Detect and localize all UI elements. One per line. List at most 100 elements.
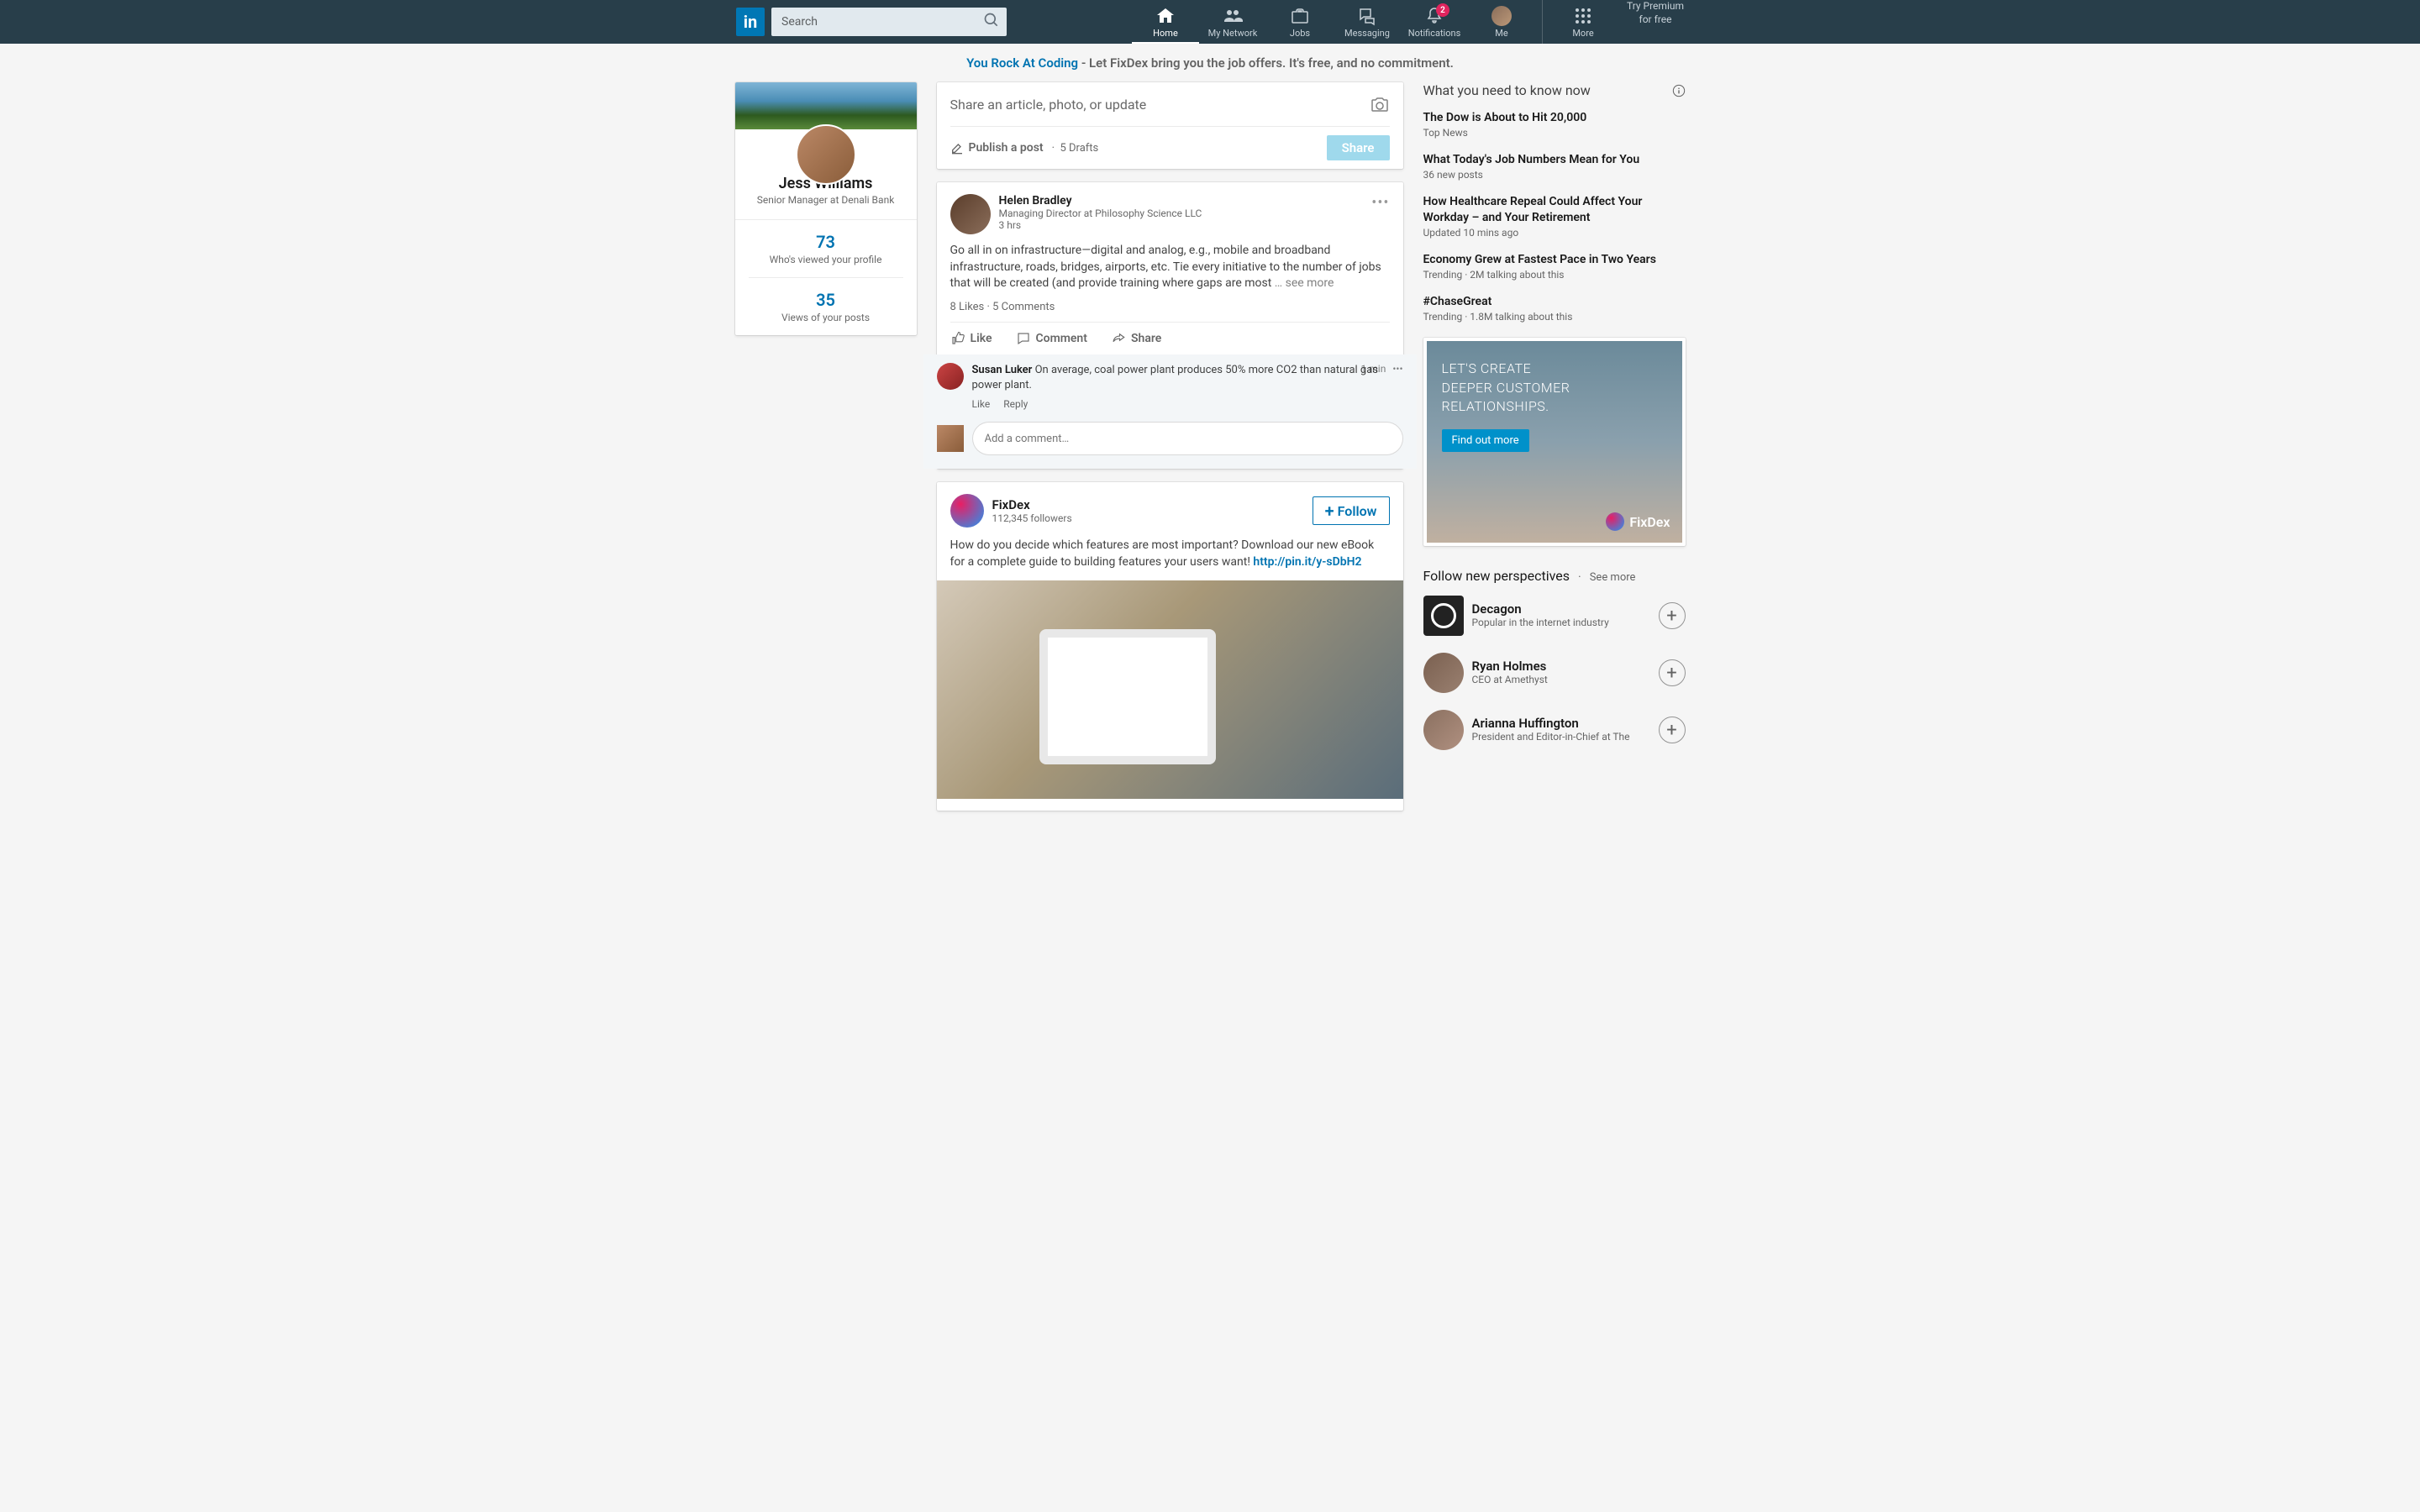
news-meta: Trending · 1.8M talking about this: [1423, 311, 1686, 323]
comment-like[interactable]: Like: [972, 398, 991, 410]
promo-highlight: You Rock At Coding: [966, 55, 1078, 71]
follow-name[interactable]: Ryan Holmes: [1472, 659, 1548, 674]
nav-jobs[interactable]: Jobs: [1266, 0, 1334, 44]
nav-label: Me: [1495, 28, 1507, 39]
publish-post[interactable]: Publish a post: [950, 141, 1044, 155]
sponsored-name[interactable]: FixDex: [992, 497, 1072, 512]
sponsored-image[interactable]: [937, 580, 1403, 799]
comment-icon: [1016, 331, 1031, 346]
comment-time: 1 min: [1361, 363, 1386, 375]
post-author[interactable]: Helen Bradley: [999, 194, 1202, 207]
camera-icon[interactable]: [1370, 94, 1390, 114]
fixdex-logo-icon: [1606, 512, 1624, 531]
news-headline: Economy Grew at Fastest Pace in Two Year…: [1423, 252, 1686, 267]
avatar[interactable]: [1423, 653, 1464, 693]
nav-label: Notifications: [1408, 28, 1461, 39]
comment-menu[interactable]: •••: [1392, 363, 1402, 375]
fixdex-logo[interactable]: [950, 494, 984, 528]
briefcase-icon: [1290, 6, 1310, 26]
profile-views-stat[interactable]: 73 Who's viewed your profile: [735, 220, 917, 277]
search-icon: [983, 12, 1000, 29]
divider: [1542, 0, 1543, 44]
news-meta: 36 new posts: [1423, 169, 1686, 181]
follow-sub: CEO at Amethyst: [1472, 674, 1548, 687]
avatar[interactable]: [1423, 710, 1464, 750]
avatar[interactable]: [950, 194, 991, 234]
ad-card[interactable]: LET'S CREATE DEEPER CUSTOMER RELATIONSHI…: [1423, 338, 1686, 546]
avatar: [937, 425, 964, 452]
premium-line: Try Premium: [1627, 0, 1684, 13]
comment-author[interactable]: Susan Luker: [972, 364, 1033, 376]
sponsored-link[interactable]: http://pin.it/y-sDbH2: [1253, 555, 1361, 569]
nav-label: Home: [1153, 28, 1178, 39]
drafts-link[interactable]: · 5 Drafts: [1052, 142, 1099, 155]
see-more-link[interactable]: See more: [1590, 571, 1636, 584]
notification-badge: 2: [1436, 3, 1449, 17]
comment: Susan Luker On average, coal power plant…: [937, 363, 1403, 410]
profile-title: Senior Manager at Denali Bank: [745, 194, 907, 206]
avatar[interactable]: [796, 124, 856, 185]
news-item[interactable]: #ChaseGreat Trending · 1.8M talking abou…: [1423, 294, 1686, 323]
avatar[interactable]: [937, 363, 964, 390]
people-icon: [1223, 6, 1243, 26]
nav-notifications[interactable]: 2 Notifications: [1401, 0, 1468, 44]
ad-line: DEEPER CUSTOMER: [1442, 379, 1667, 397]
sponsored-post: FixDex 112,345 followers +Follow How do …: [937, 482, 1403, 811]
nav-home[interactable]: Home: [1132, 0, 1199, 44]
comment-button[interactable]: Comment: [1016, 331, 1087, 346]
news-meta: Trending · 2M talking about this: [1423, 269, 1686, 281]
follow-add-button[interactable]: +: [1659, 602, 1686, 629]
news-item[interactable]: How Healthcare Repeal Could Affect Your …: [1423, 194, 1686, 238]
follow-button[interactable]: +Follow: [1313, 496, 1390, 525]
share-button[interactable]: Share: [1327, 135, 1390, 160]
share-action[interactable]: Share: [1111, 331, 1161, 346]
like-button[interactable]: Like: [950, 331, 992, 346]
nav-network[interactable]: My Network: [1199, 0, 1266, 44]
stat-number: 73: [735, 232, 917, 252]
news-title: What you need to know now: [1423, 82, 1591, 98]
follow-name[interactable]: Arianna Huffington: [1472, 716, 1630, 731]
company-logo[interactable]: [1423, 596, 1464, 636]
ad-brand: FixDex: [1606, 512, 1670, 531]
nav-more[interactable]: More: [1549, 0, 1617, 44]
news-meta: Updated 10 mins ago: [1423, 227, 1686, 239]
news-item[interactable]: Economy Grew at Fastest Pace in Two Year…: [1423, 252, 1686, 281]
news-headline: The Dow is About to Hit 20,000: [1423, 110, 1686, 125]
promo-banner[interactable]: You Rock At Coding - Let FixDex bring yo…: [0, 44, 2420, 82]
dot: ·: [1578, 570, 1581, 584]
post-menu[interactable]: •••: [1371, 194, 1389, 212]
news-item[interactable]: What Today's Job Numbers Mean for You 36…: [1423, 152, 1686, 181]
comment-input[interactable]: [972, 422, 1403, 455]
ad-cta[interactable]: Find out more: [1442, 429, 1529, 452]
news-headline: #ChaseGreat: [1423, 294, 1686, 309]
nav-label: My Network: [1208, 28, 1258, 39]
search-input[interactable]: [771, 8, 1007, 36]
post-stats[interactable]: 8 Likes · 5 Comments: [950, 301, 1390, 313]
nav-label: More: [1572, 28, 1593, 39]
linkedin-logo[interactable]: in: [736, 8, 765, 36]
follow-suggestion: Arianna Huffington President and Editor-…: [1423, 710, 1686, 750]
info-icon[interactable]: [1672, 84, 1686, 97]
follow-name[interactable]: Decagon: [1472, 601, 1609, 617]
news-item[interactable]: The Dow is About to Hit 20,000 Top News: [1423, 110, 1686, 139]
nav-messaging[interactable]: Messaging: [1334, 0, 1401, 44]
see-more[interactable]: … see more: [1275, 276, 1334, 290]
cover-image: [735, 82, 917, 129]
follow-add-button[interactable]: +: [1659, 717, 1686, 743]
stat-label: Views of your posts: [735, 312, 917, 323]
follow-add-button[interactable]: +: [1659, 659, 1686, 686]
post-views-stat[interactable]: 35 Views of your posts: [735, 278, 917, 335]
home-icon: [1155, 6, 1176, 26]
news-headline: What Today's Job Numbers Mean for You: [1423, 152, 1686, 167]
search-button[interactable]: [981, 12, 1002, 32]
grid-icon: [1573, 6, 1593, 26]
feed-post: Helen Bradley Managing Director at Philo…: [937, 182, 1403, 469]
compose-prompt[interactable]: Share an article, photo, or update: [950, 97, 1147, 113]
follow-sub: President and Editor-in-Chief at The: [1472, 731, 1630, 744]
comment-reply[interactable]: Reply: [1003, 398, 1028, 410]
avatar: [1491, 6, 1512, 26]
premium-upsell[interactable]: Try Premium for free: [1627, 0, 1684, 44]
promo-text: - Let FixDex bring you the job offers. I…: [1078, 55, 1454, 71]
nav-label: Messaging: [1344, 28, 1390, 39]
nav-me[interactable]: Me: [1468, 0, 1535, 44]
